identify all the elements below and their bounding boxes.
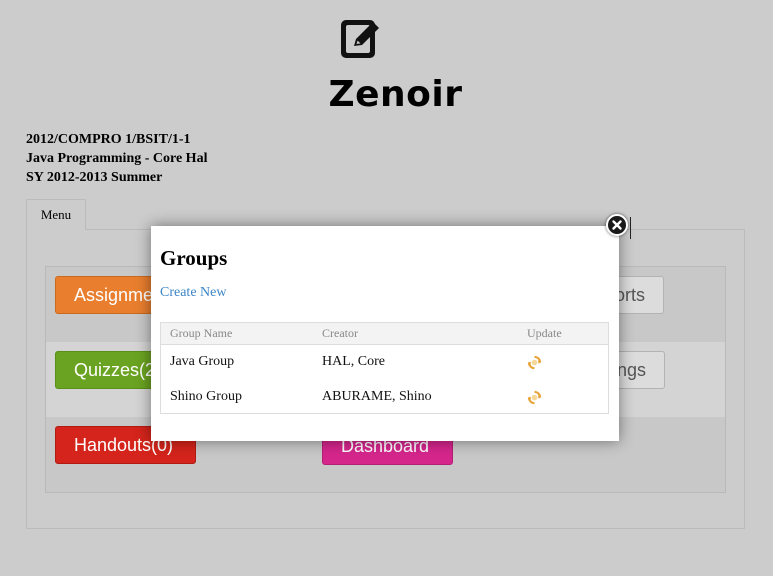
app-logo-icon [340,16,384,60]
tab-menu[interactable]: Menu [26,199,86,230]
course-code: 2012/COMPRO 1/BSIT/1-1 [26,132,191,147]
close-icon[interactable] [606,214,628,236]
course-info: 2012/COMPRO 1/BSIT/1-1 Java Programming … [26,130,207,187]
course-subject: Java Programming - Core Hal [26,151,208,166]
groups-modal: Groups Create New Group Name Creator Upd… [151,226,619,441]
app-title: Zenoir [328,74,463,115]
table-row: Shino Group ABURAME, Shino [161,380,608,415]
creator-cell: ABURAME, Shino [322,389,432,404]
column-header-update[interactable]: Update [527,326,562,341]
creator-cell: HAL, Core [322,354,385,369]
refresh-icon[interactable] [527,390,542,405]
refresh-icon[interactable] [527,355,542,370]
text-cursor [630,217,631,239]
course-term: SY 2012-2013 Summer [26,170,163,185]
modal-title: Groups [160,246,228,270]
column-header-creator[interactable]: Creator [322,326,358,341]
group-name-cell[interactable]: Shino Group [170,389,242,405]
groups-table: Group Name Creator Update Java Group HAL… [160,322,609,414]
table-header: Group Name Creator Update [161,323,608,345]
create-new-link[interactable]: Create New [160,285,226,301]
column-header-group-name[interactable]: Group Name [170,326,232,341]
group-name-cell[interactable]: Java Group [170,354,234,370]
table-row: Java Group HAL, Core [161,345,608,380]
